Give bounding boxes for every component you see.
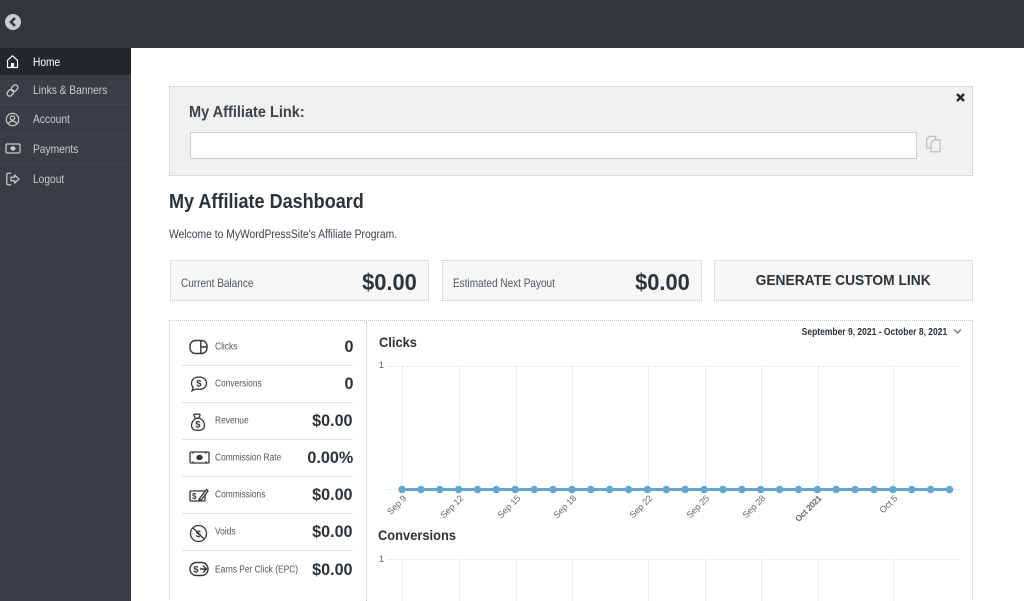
svg-text:$: $: [195, 419, 201, 430]
svg-text:$: $: [196, 379, 202, 390]
svg-text:$: $: [192, 492, 197, 501]
svg-text:$: $: [193, 565, 199, 576]
